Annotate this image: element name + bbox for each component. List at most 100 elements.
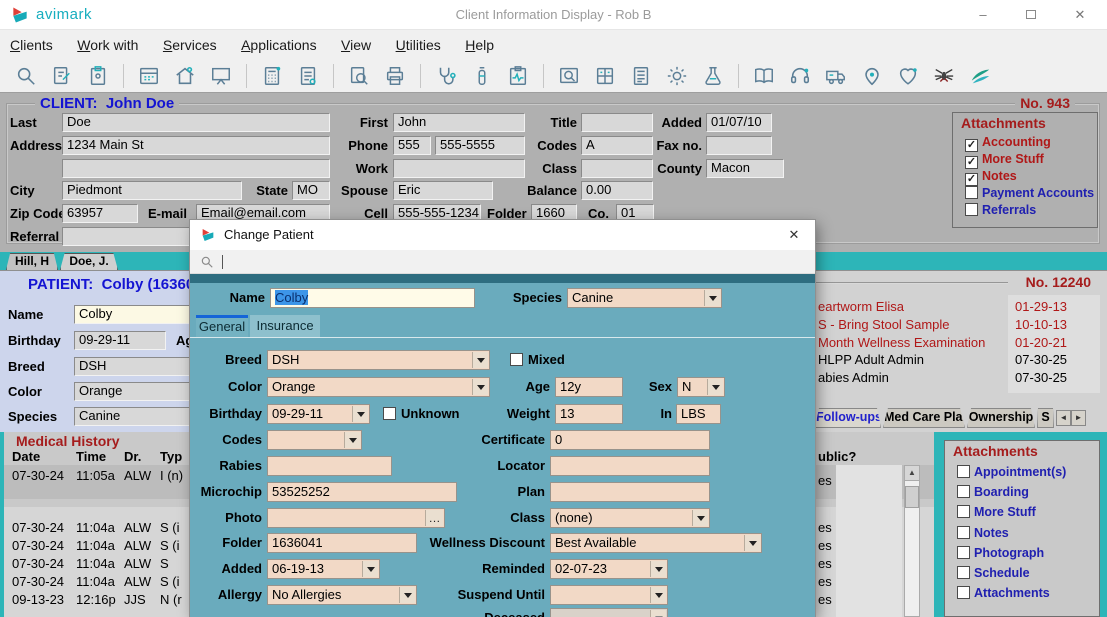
tab-scroll-left-icon[interactable]: ◄ — [1056, 410, 1071, 426]
menu-work-with[interactable]: Work with — [67, 30, 148, 60]
travel-sheet-truck-icon[interactable] — [823, 63, 849, 89]
tab-general[interactable]: General — [196, 315, 248, 337]
parasite-icon[interactable] — [931, 63, 957, 89]
dropdown-arrow-icon[interactable] — [362, 561, 378, 577]
species-select[interactable]: Canine — [567, 288, 722, 308]
tab-doe-j[interactable]: Doe, J. — [60, 253, 118, 270]
dropdown-arrow-icon[interactable] — [692, 510, 708, 526]
list-item[interactable]: ✓ More Stuff — [965, 152, 1044, 169]
dropdown-arrow-icon[interactable] — [650, 587, 666, 603]
column-header-type[interactable]: Typ — [160, 449, 182, 464]
minimize-icon[interactable]: – — [960, 0, 1006, 30]
sex-select[interactable]: N — [677, 377, 725, 397]
list-item[interactable]: Schedule — [957, 566, 1030, 580]
checkbox-icon[interactable]: ✓ — [965, 173, 978, 186]
checkbox-icon[interactable] — [957, 546, 970, 559]
dropdown-arrow-icon[interactable] — [399, 587, 415, 603]
menu-utilities[interactable]: Utilities — [386, 30, 451, 60]
address2-field[interactable] — [62, 159, 330, 178]
medications-icon[interactable] — [469, 63, 495, 89]
menu-view[interactable]: View — [331, 30, 381, 60]
title-field[interactable] — [581, 113, 653, 132]
tab-s-partial[interactable]: S — [1037, 408, 1054, 428]
dropdown-arrow-icon[interactable] — [744, 535, 760, 551]
tab-ownership[interactable]: Ownership — [967, 408, 1035, 428]
suspend-until-select[interactable] — [550, 585, 668, 605]
list-item[interactable]: S - Bring Stool Sample 10-10-13 — [818, 317, 1107, 332]
county-field[interactable]: Macon — [706, 159, 784, 178]
wellness-discount-select[interactable]: Best Available — [550, 533, 762, 553]
address-field[interactable]: 1234 Main St — [62, 136, 330, 155]
dialog-close-icon[interactable]: ✕ — [773, 220, 815, 250]
column-header-public[interactable]: ublic? — [818, 449, 856, 464]
city-field[interactable]: Piedmont — [62, 181, 242, 200]
checkbox-icon[interactable] — [965, 203, 978, 216]
search-icon[interactable] — [13, 63, 39, 89]
checkbox-icon[interactable]: ✓ — [965, 156, 978, 169]
locate-pin-icon[interactable] — [859, 63, 885, 89]
dropdown-arrow-icon[interactable] — [707, 379, 723, 395]
column-header-date[interactable]: Date — [12, 449, 40, 464]
tab-scroll-right-icon[interactable]: ► — [1071, 410, 1086, 426]
breed-select[interactable]: DSH — [267, 350, 490, 370]
checkbox-icon[interactable] — [957, 566, 970, 579]
dropdown-arrow-icon[interactable] — [344, 432, 360, 448]
split-view-icon[interactable] — [592, 63, 618, 89]
list-item[interactable]: HLPP Adult Admin 07-30-25 — [818, 352, 1107, 367]
age-field[interactable]: 12y — [555, 377, 623, 397]
list-view-icon[interactable] — [628, 63, 654, 89]
scrollbar-thumb[interactable] — [905, 486, 919, 508]
rabies-field[interactable] — [267, 456, 392, 476]
class-field[interactable] — [581, 159, 653, 178]
menu-services[interactable]: Services — [153, 30, 227, 60]
settings-gear-icon[interactable] — [664, 63, 690, 89]
support-headset-icon[interactable] — [787, 63, 813, 89]
dropdown-arrow-icon[interactable] — [704, 290, 720, 306]
avimark-swoosh-icon[interactable] — [967, 63, 993, 89]
phone-field[interactable]: 555-5555 — [435, 136, 525, 155]
mixed-checkbox[interactable] — [510, 353, 523, 366]
allergy-select[interactable]: No Allergies — [267, 585, 417, 605]
laboratory-flask-icon[interactable] — [700, 63, 726, 89]
dialog-search-bar[interactable] — [190, 250, 815, 274]
print-icon[interactable] — [382, 63, 408, 89]
locator-field[interactable] — [550, 456, 710, 476]
tab-med-care-plan[interactable]: Med Care Plan — [883, 408, 965, 428]
dropdown-arrow-icon[interactable] — [472, 352, 488, 368]
codes-field[interactable]: A — [581, 136, 653, 155]
dropdown-arrow-icon[interactable] — [352, 406, 368, 422]
weight-unit-field[interactable]: LBS — [676, 404, 721, 424]
checkbox-icon[interactable] — [957, 485, 970, 498]
scroll-up-icon[interactable]: ▲ — [905, 466, 919, 481]
certificate-field[interactable]: 0 — [550, 430, 710, 450]
phone-area-field[interactable]: 555 — [393, 136, 431, 155]
tab-insurance[interactable]: Insurance — [250, 315, 320, 337]
tab-follow-ups[interactable]: Follow-ups — [815, 408, 881, 428]
wellness-heart-icon[interactable] — [895, 63, 921, 89]
calendar-icon[interactable] — [136, 63, 162, 89]
list-item[interactable]: Boarding — [957, 485, 1029, 499]
checkbox-icon[interactable] — [957, 505, 970, 518]
state-field[interactable]: MO — [292, 181, 330, 200]
photo-field[interactable]: … — [267, 508, 445, 528]
list-item[interactable]: Photograph — [957, 546, 1044, 560]
list-item[interactable]: ✓ Notes — [965, 169, 1017, 186]
close-icon[interactable]: ✕ — [1057, 0, 1103, 30]
column-header-time[interactable]: Time — [76, 449, 106, 464]
edit-record-icon[interactable] — [49, 63, 75, 89]
dropdown-arrow-icon[interactable] — [650, 561, 666, 577]
checkbox-icon[interactable]: ✓ — [965, 139, 978, 152]
list-item[interactable]: ✓ Accounting — [965, 135, 1051, 152]
monitor-search-icon[interactable] — [556, 63, 582, 89]
checkbox-icon[interactable] — [965, 186, 978, 199]
reminded-select[interactable]: 02-07-23 — [550, 559, 668, 579]
references-book-icon[interactable] — [751, 63, 777, 89]
class-select[interactable]: (none) — [550, 508, 710, 528]
first-field[interactable]: John — [393, 113, 525, 132]
invoice-icon[interactable] — [295, 63, 321, 89]
unknown-checkbox[interactable] — [383, 407, 396, 420]
fax-field[interactable] — [706, 136, 772, 155]
dialog-title-bar[interactable]: Change Patient ✕ — [190, 220, 815, 250]
checkbox-icon[interactable] — [957, 526, 970, 539]
checkbox-icon[interactable] — [957, 586, 970, 599]
